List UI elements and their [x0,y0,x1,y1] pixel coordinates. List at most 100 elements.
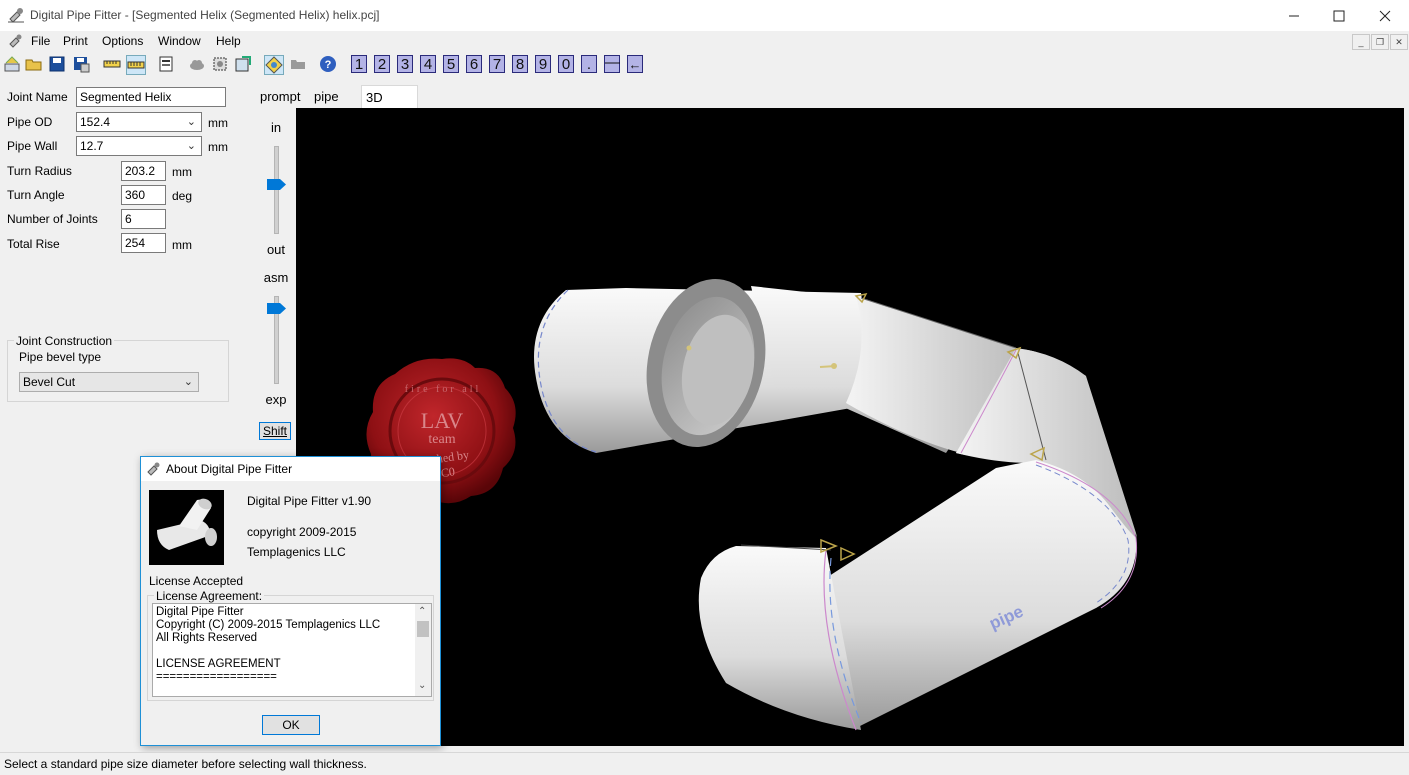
turn-angle-label: Turn Angle [7,188,65,202]
joint-construction-title: Joint Construction [14,334,115,348]
scrollbar-thumb[interactable] [417,621,429,637]
license-line: Copyright (C) 2009-2015 Templagenics LLC [156,619,381,631]
joint-name-input[interactable]: Segmented Helix [76,87,226,107]
menu-file[interactable]: File [31,34,50,48]
number-button-7[interactable]: 7 [489,55,505,73]
chevron-up-icon[interactable]: ⌃ [418,606,426,617]
zoom-slider-thumb[interactable] [267,179,286,191]
number-button-2[interactable]: 2 [374,55,390,73]
pipe-wall-select[interactable]: 12.7 ⌄ [76,136,202,156]
tab-pipe[interactable]: pipe [310,85,343,108]
properties-button[interactable] [157,55,175,73]
total-rise-label: Total Rise [7,237,60,251]
document-icon[interactable] [8,33,24,48]
bevel-type-select[interactable]: Bevel Cut ⌄ [19,372,199,392]
license-line: ================== [156,671,277,683]
zoom-in-label: in [270,120,282,135]
chevron-down-icon: ⌄ [186,140,196,152]
title-bar: Digital Pipe Fitter - [Segmented Helix (… [0,0,1409,32]
mdi-restore-button[interactable]: ❐ [1371,34,1389,50]
maximize-button[interactable] [1316,0,1362,31]
save-icon [49,56,65,72]
pipe-wall-label: Pipe Wall [7,139,58,153]
folder-button[interactable] [289,55,307,73]
ruler-alt-button[interactable] [126,55,146,75]
total-rise-input[interactable]: 254 [121,233,166,253]
bevel-type-value: Bevel Cut [23,375,76,389]
pipe-od-unit: mm [208,116,228,130]
number-button-5[interactable]: 5 [443,55,459,73]
ok-button[interactable]: OK [262,715,320,735]
seal-text-mid: team [428,432,456,447]
license-scrollbar[interactable]: ⌃ ⌄ [415,604,431,696]
open-button[interactable] [25,55,43,73]
pipe-od-select[interactable]: 152.4 ⌄ [76,112,202,132]
dialog-title-bar: About Digital Pipe Fitter [141,457,440,481]
pipe-od-label: Pipe OD [7,115,53,129]
new-joint-button[interactable] [3,55,21,73]
menu-help[interactable]: Help [216,34,241,48]
restore-icon: ❐ [1375,36,1385,47]
app-icon [8,8,24,23]
menu-options[interactable]: Options [102,34,143,48]
number-button-9[interactable]: 9 [535,55,551,73]
export-button[interactable] [234,55,252,73]
minus-button[interactable]: — [604,55,620,73]
save-as-button[interactable] [72,55,90,73]
turn-radius-unit: mm [172,165,192,179]
seal-text-top: LAV [420,408,464,433]
menu-window[interactable]: Window [158,34,201,48]
number-button-0[interactable]: 0 [558,55,574,73]
fit-view-button[interactable] [211,55,229,73]
save-button[interactable] [48,55,66,73]
about-dialog: About Digital Pipe Fitter Digital Pipe F… [140,456,441,746]
total-rise-unit: mm [172,238,192,252]
mdi-minimize-button[interactable]: _ [1352,34,1370,50]
close-icon: ✕ [1395,36,1403,47]
tab-prompt[interactable]: prompt [256,85,304,108]
explode-slider-thumb[interactable] [267,303,286,315]
decimal-button[interactable]: . [581,55,597,73]
ruler-button[interactable] [103,55,121,73]
number-button-4[interactable]: 4 [420,55,436,73]
asm-label: asm [263,270,289,285]
minimize-button[interactable] [1271,0,1317,31]
number-button-3[interactable]: 3 [397,55,413,73]
chevron-down-icon[interactable]: ⌄ [418,680,426,691]
number-button-8[interactable]: 8 [512,55,528,73]
menu-print[interactable]: Print [63,34,88,48]
license-textarea[interactable]: Digital Pipe Fitter Copyright (C) 2009-2… [152,603,432,697]
cloud-button[interactable] [188,55,206,73]
joint-name-label: Joint Name [7,90,68,104]
pipe-segment [826,460,1137,728]
app-icon [147,462,160,476]
backspace-button[interactable]: ← [627,55,643,73]
pipe-fitting-icon [157,498,217,550]
exp-label: exp [265,392,287,407]
help-icon: ? [320,56,336,72]
shift-button[interactable]: Shift [259,422,291,440]
turn-angle-input[interactable]: 360 [121,185,166,205]
status-bar: Select a standard pipe size diameter bef… [0,752,1409,775]
tab-3d[interactable]: 3D [361,85,418,109]
chevron-down-icon: ⌄ [183,376,193,388]
save-as-icon [74,57,90,73]
menu-bar [0,31,1409,51]
close-icon [1379,10,1391,21]
num-joints-label: Number of Joints [7,212,98,226]
cloud-icon [190,60,204,70]
num-joints-input[interactable]: 6 [121,209,166,229]
number-button-1[interactable]: 1 [351,55,367,73]
mdi-close-button[interactable]: ✕ [1390,34,1408,50]
license-line: Digital Pipe Fitter [156,606,244,618]
help-button[interactable]: ? [319,55,337,73]
assemble-button[interactable] [264,55,284,75]
bevel-type-label: Pipe bevel type [19,350,102,364]
minimize-icon: _ [1358,37,1364,47]
turn-radius-input[interactable]: 203.2 [121,161,166,181]
open-icon [25,59,42,71]
close-button[interactable] [1362,0,1408,31]
ruler-alt-icon [127,61,145,69]
maximize-icon [1333,10,1345,21]
number-button-6[interactable]: 6 [466,55,482,73]
